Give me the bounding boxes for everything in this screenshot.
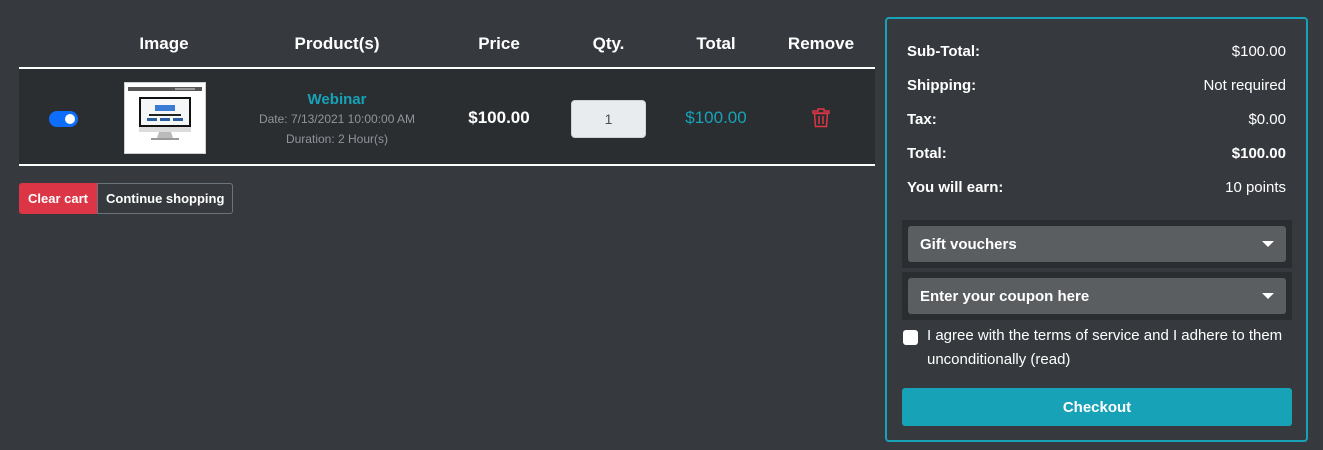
- terms-text: I agree with the terms of service and I …: [927, 327, 1283, 368]
- checkout-button[interactable]: Checkout: [902, 388, 1292, 426]
- continue-shopping-button[interactable]: Continue shopping: [96, 183, 234, 214]
- caret-down-icon: [1262, 241, 1274, 247]
- tax-value: $0.00: [1248, 111, 1286, 128]
- subtotal-value: $100.00: [1231, 43, 1286, 60]
- header-price: Price: [478, 34, 520, 53]
- coupon-section: Enter your coupon here: [902, 272, 1292, 320]
- gift-vouchers-label: Gift vouchers: [920, 235, 1017, 253]
- cart-row: Webinar Date: 7/13/2021 10:00:00 AM Dura…: [19, 69, 875, 166]
- product-duration: Duration: 2 Hour(s): [285, 132, 389, 146]
- subtotal-label: Sub-Total:: [907, 43, 981, 60]
- gift-vouchers-section: Gift vouchers: [902, 220, 1292, 268]
- shipping-value: Not required: [1203, 77, 1286, 94]
- header-qty: Qty.: [592, 34, 625, 53]
- product-info: Webinar Date: 7/13/2021 10:00:00 AM Dura…: [237, 91, 437, 149]
- terms-agreement: I agree with the terms of service and I …: [903, 327, 1293, 372]
- terms-checkbox[interactable]: [903, 330, 918, 345]
- monitor-image: [125, 83, 205, 153]
- total-row: Total: $100.00: [907, 145, 1286, 165]
- cart-page: Image Product(s) Price Qty. Total Remove: [0, 0, 1323, 450]
- header-total: Total: [696, 34, 736, 53]
- item-total: $100.00: [685, 108, 747, 127]
- header-remove: Remove: [787, 34, 855, 53]
- header-products: Product(s): [294, 34, 380, 53]
- clear-cart-button[interactable]: Clear cart: [19, 183, 97, 214]
- cart-actions: Clear cart Continue shopping: [19, 183, 234, 214]
- product-date: Date: 7/13/2021 10:00:00 AM: [258, 112, 416, 126]
- tax-label: Tax:: [907, 111, 937, 128]
- header-image: Image: [139, 34, 189, 53]
- toggle-knob: [65, 114, 75, 124]
- item-select-toggle[interactable]: [49, 111, 78, 127]
- trash-icon[interactable]: [812, 108, 830, 128]
- subtotal-row: Sub-Total: $100.00: [907, 43, 1286, 63]
- shipping-row: Shipping: Not required: [907, 77, 1286, 97]
- coupon-dropdown[interactable]: Enter your coupon here: [908, 278, 1286, 314]
- shipping-label: Shipping:: [907, 77, 977, 94]
- caret-down-icon: [1262, 293, 1274, 299]
- product-thumbnail[interactable]: [124, 82, 206, 154]
- cart-table: Image Product(s) Price Qty. Total Remove: [19, 18, 875, 166]
- earn-row: You will earn: 10 points: [907, 179, 1286, 199]
- earn-label: You will earn:: [907, 179, 1004, 196]
- total-label: Total:: [907, 145, 947, 162]
- coupon-label: Enter your coupon here: [920, 287, 1090, 305]
- product-name-link[interactable]: Webinar: [237, 91, 437, 109]
- cart-table-header: Image Product(s) Price Qty. Total Remove: [19, 18, 875, 69]
- item-price: $100.00: [468, 108, 530, 127]
- order-summary-panel: Sub-Total: $100.00 Shipping: Not require…: [885, 17, 1308, 442]
- gift-vouchers-dropdown[interactable]: Gift vouchers: [908, 226, 1286, 262]
- quantity-input[interactable]: [571, 100, 646, 138]
- earn-value: 10 points: [1225, 179, 1286, 196]
- total-value: $100.00: [1231, 145, 1286, 162]
- tax-row: Tax: $0.00: [907, 111, 1286, 131]
